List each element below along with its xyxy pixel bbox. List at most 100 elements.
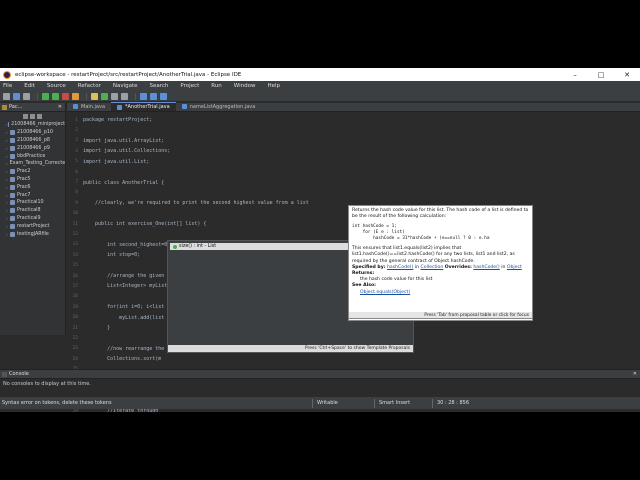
line-number: 18 (72, 294, 78, 300)
tree-item[interactable]: › Prac2 (0, 168, 65, 176)
new-package-icon[interactable] (91, 92, 98, 100)
status-insert-mode[interactable]: Smart Insert (374, 398, 432, 408)
overrides-link[interactable]: hashCode() (473, 265, 499, 270)
tree-item[interactable]: › Prac7 (0, 191, 65, 199)
run-icon[interactable] (52, 92, 59, 100)
see-also-link[interactable]: Object.equals(Object) (352, 290, 529, 296)
menu-run[interactable]: Run (211, 83, 222, 89)
coverage-icon[interactable] (62, 92, 69, 100)
line-number: 16 (72, 273, 78, 279)
editor-tab-label: nameListAggregation.java (189, 103, 256, 110)
tree-item[interactable]: › Practical10 (0, 199, 65, 207)
link-with-editor-icon[interactable] (30, 114, 35, 119)
tree-item[interactable]: › Practical9 (0, 215, 65, 223)
line-number: 29 (72, 408, 78, 412)
title-bar: eclipse-workspace - restartProject/src/r… (0, 68, 640, 81)
project-tree: › 21008466_miniproject › 21008466_p10 › 21008… (0, 121, 65, 238)
collapse-all-icon[interactable] (23, 114, 28, 119)
code-line[interactable]: 3 import java.util.ArrayList; (67, 136, 640, 146)
editor-tab[interactable]: Main.java (67, 102, 111, 111)
code-line[interactable]: 4 import java.util.Collections; (67, 146, 640, 156)
menu-help[interactable]: Help (267, 83, 280, 89)
tree-item[interactable]: › 21008466_p10 (0, 129, 65, 137)
menu-edit[interactable]: Edit (24, 83, 35, 89)
console-tab[interactable]: Console ✕ (0, 370, 640, 379)
package-explorer-tab[interactable]: Pac... ✕ (0, 103, 65, 112)
object-link[interactable]: Object (507, 265, 522, 270)
menu-file[interactable]: File (3, 83, 12, 89)
next-annotation-icon[interactable] (140, 92, 147, 100)
open-type-icon[interactable] (111, 92, 118, 100)
assist-proposal-label: size() : int - List (179, 244, 217, 249)
close-button[interactable]: ✕ (614, 71, 640, 79)
menu-source[interactable]: Source (47, 83, 66, 89)
package-explorer-icon (2, 104, 7, 110)
maximize-button[interactable]: □ (588, 71, 614, 79)
console-tab-label: Console (9, 371, 29, 377)
external-tools-icon[interactable] (72, 92, 79, 100)
code-text: import java.util.Collections; (83, 148, 171, 155)
line-number: 22 (72, 335, 78, 341)
project-folder-icon (10, 130, 15, 136)
javadoc-summary: Returns the hash code value for this lis… (352, 208, 529, 220)
menu-project[interactable]: Project (180, 83, 199, 89)
code-line[interactable]: 24 Collections.sort(m (67, 354, 640, 364)
line-number: 1 (75, 117, 78, 123)
specified-by-link[interactable]: hashCode() (387, 265, 413, 270)
expand-arrow-icon[interactable]: › (6, 161, 8, 166)
project-folder-icon (10, 145, 15, 151)
tree-item[interactable]: › Prac5 (0, 176, 65, 184)
code-line[interactable]: 7 public class AnotherTrial { (67, 177, 640, 187)
code-text: import java.util.ArrayList; (83, 137, 165, 144)
code-line[interactable]: 5 import java.util.List; (67, 157, 640, 167)
overrides-in-label: in (501, 264, 506, 270)
forward-icon[interactable] (160, 92, 167, 100)
tree-item[interactable]: › testingJARfile (0, 230, 65, 238)
java-file-icon (117, 104, 123, 110)
view-menu-icon[interactable] (37, 114, 42, 119)
editor-tab[interactable]: *AnotherTrial.java (111, 102, 176, 111)
collection-link[interactable]: Collection (421, 265, 444, 270)
save-all-icon[interactable] (23, 92, 30, 100)
new-icon[interactable] (3, 92, 10, 100)
code-line[interactable]: 2 (67, 125, 640, 135)
status-cursor-position: 30 : 28 : 856 (432, 398, 484, 408)
method-icon (173, 244, 177, 249)
code-line[interactable]: 6 (67, 167, 640, 177)
close-icon[interactable]: ✕ (58, 104, 62, 110)
editor-tab[interactable]: nameListAggregation.java (176, 102, 262, 111)
tree-item[interactable]: › 21008466_p9 (0, 144, 65, 152)
close-icon[interactable]: ✕ (633, 371, 637, 377)
menu-search[interactable]: Search (150, 83, 169, 89)
package-explorer-label: Pac... (9, 104, 23, 110)
menu-refactor[interactable]: Refactor (78, 83, 101, 89)
debug-icon[interactable] (42, 92, 49, 100)
tree-item[interactable]: › bbdPractice (0, 152, 65, 160)
specified-by-label: Specified by: (352, 264, 386, 270)
tree-item[interactable]: › Prac6 (0, 183, 65, 191)
code-line[interactable]: 1 package restartProject; (67, 115, 640, 125)
tree-item-label: restartProject (17, 223, 50, 229)
line-number: 19 (72, 304, 78, 310)
tree-item[interactable]: › Practical8 (0, 207, 65, 215)
code-text: //arrange the given (83, 273, 165, 280)
editor-tab-label: *AnotherTrial.java (125, 104, 170, 110)
code-text: } (83, 325, 111, 331)
search-icon[interactable] (121, 92, 128, 100)
new-class-icon[interactable] (101, 92, 108, 100)
project-folder-icon (10, 208, 15, 214)
project-folder-icon (10, 176, 15, 182)
tree-item[interactable]: › Exam_Testing_Corrected (0, 160, 65, 168)
line-number: 4 (75, 148, 78, 154)
menu-window[interactable]: Window (234, 83, 256, 89)
javadoc-contract: This ensures that list1.equals(list2) im… (352, 246, 515, 264)
tree-item[interactable]: › 21008466_p8 (0, 137, 65, 145)
menu-navigate[interactable]: Navigate (113, 83, 138, 89)
tree-item[interactable]: › restartProject (0, 222, 65, 230)
tree-item[interactable]: › 21008466_miniproject (0, 121, 65, 129)
code-line[interactable]: 8 (67, 188, 640, 198)
back-icon[interactable] (150, 92, 157, 100)
minimize-button[interactable]: – (562, 71, 588, 79)
save-icon[interactable] (13, 92, 20, 100)
console-view: Console ✕ No consoles to display at this… (0, 369, 640, 395)
